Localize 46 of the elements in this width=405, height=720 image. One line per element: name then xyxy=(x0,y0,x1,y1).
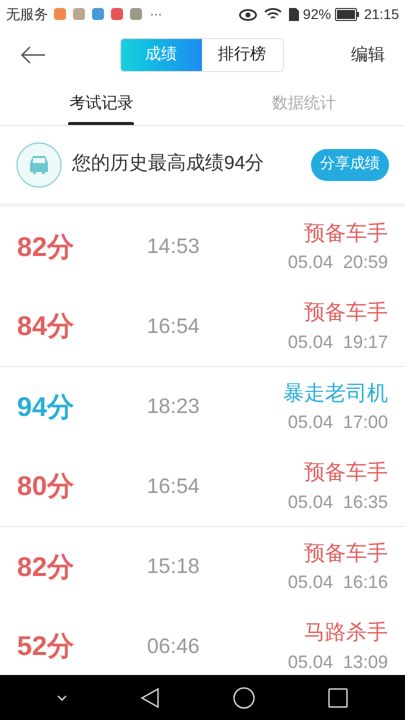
date-text: 05.04 16:35 xyxy=(288,490,388,514)
duration-text: 16:54 xyxy=(147,474,201,500)
rank-title: 预备车手 xyxy=(304,300,388,326)
rank-title: 预备车手 xyxy=(304,220,388,247)
score-text: 94分 xyxy=(17,390,76,424)
wifi-icon xyxy=(264,7,282,21)
battery-icon xyxy=(334,8,359,20)
eye-icon xyxy=(238,7,258,21)
score-text: 84分 xyxy=(17,310,76,344)
date-text: 05.04 13:09 xyxy=(288,650,388,674)
notification-icon xyxy=(54,8,66,20)
home-icon[interactable] xyxy=(233,686,256,708)
battery-percent: 92% xyxy=(302,4,331,24)
duration-text: 14:53 xyxy=(147,234,201,260)
notification-icon xyxy=(73,8,85,20)
rank-title: 暴走老司机 xyxy=(283,380,388,407)
duration-text: 06:46 xyxy=(147,634,201,660)
tab[interactable]: 考试记录 xyxy=(0,82,202,125)
notification-icon xyxy=(130,8,142,20)
date-text: 05.04 17:00 xyxy=(288,411,388,434)
notification-icon xyxy=(111,8,123,20)
sim-icon xyxy=(288,6,300,22)
car-icon xyxy=(16,142,62,188)
recents-icon[interactable] xyxy=(328,688,348,708)
date-text: 05.04 19:17 xyxy=(288,330,388,354)
duration-text: 16:54 xyxy=(147,314,201,340)
score-text: 80分 xyxy=(17,470,76,504)
duration-text: 18:23 xyxy=(147,394,201,420)
more-text: ··· xyxy=(150,6,162,23)
date-text: 05.04 20:59 xyxy=(288,251,388,274)
date-text: 05.04 16:16 xyxy=(288,571,388,594)
rank-title: 预备车手 xyxy=(304,460,388,486)
back-arrow-icon xyxy=(20,46,46,64)
best-score-text: 您的历史最高成绩94分 xyxy=(72,152,266,176)
score-text: 82分 xyxy=(17,550,76,584)
rank-title: 预备车手 xyxy=(304,540,388,567)
chevron-down-icon[interactable] xyxy=(56,694,67,700)
score-text: 82分 xyxy=(17,230,76,264)
edit-button[interactable]: 编辑 xyxy=(351,42,385,68)
score-text: 52分 xyxy=(17,630,76,664)
duration-text: 15:18 xyxy=(147,554,201,580)
rank-title: 马路杀手 xyxy=(304,620,388,646)
back-icon[interactable] xyxy=(140,686,160,708)
clock-text: 21:15 xyxy=(364,4,399,24)
notification-icon xyxy=(92,8,104,20)
carrier-text: 无服务 xyxy=(6,4,48,24)
